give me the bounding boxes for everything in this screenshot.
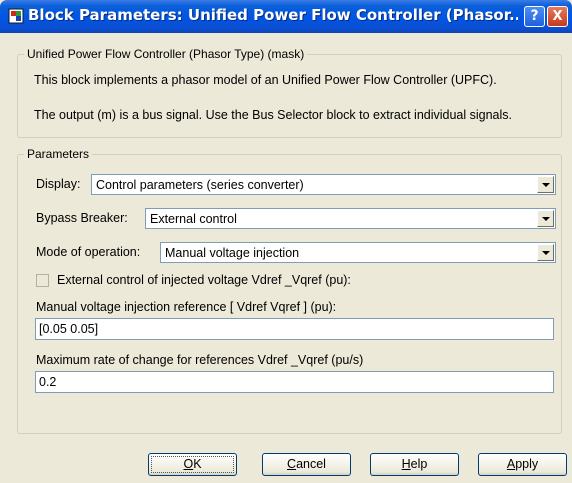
mode-of-operation-dropdown[interactable]: Manual voltage injection bbox=[160, 242, 556, 263]
bypass-breaker-dropdown[interactable]: External control bbox=[145, 208, 556, 229]
apply-label-rest: pply bbox=[515, 457, 539, 471]
max-rate-label: Maximum rate of change for references Vd… bbox=[36, 353, 364, 367]
max-rate-input[interactable]: 0.2 bbox=[35, 371, 554, 393]
chevron-down-icon[interactable] bbox=[537, 176, 554, 193]
cancel-mnemonic: C bbox=[287, 457, 297, 471]
question-mark-icon: ? bbox=[530, 8, 539, 24]
parameters-group-label: Parameters bbox=[24, 147, 93, 161]
display-label: Display: bbox=[36, 177, 81, 191]
window-title: Block Parameters: Unified Power Flow Con… bbox=[28, 6, 518, 24]
apply-button[interactable]: Apply bbox=[478, 453, 567, 476]
cancel-button[interactable]: Cancel bbox=[262, 453, 351, 476]
manual-reference-input[interactable]: [0.05 0.05] bbox=[35, 318, 554, 340]
close-icon: X bbox=[552, 9, 563, 24]
title-bar[interactable]: Block Parameters: Unified Power Flow Con… bbox=[0, 0, 572, 33]
display-dropdown[interactable]: Control parameters (series converter) bbox=[91, 174, 556, 195]
close-button[interactable]: X bbox=[547, 6, 568, 27]
max-rate-value: 0.2 bbox=[39, 375, 57, 389]
mode-of-operation-dropdown-value: Manual voltage injection bbox=[165, 246, 300, 260]
chevron-down-icon[interactable] bbox=[537, 210, 554, 227]
ok-label-rest: K bbox=[193, 457, 202, 471]
description-group-label: Unified Power Flow Controller (Phasor Ty… bbox=[24, 47, 308, 61]
ok-mnemonic: O bbox=[183, 457, 194, 471]
bypass-breaker-dropdown-value: External control bbox=[150, 212, 237, 226]
external-control-label: External control of injected voltage Vdr… bbox=[57, 273, 351, 287]
external-control-checkbox[interactable] bbox=[36, 274, 49, 287]
manual-reference-label: Manual voltage injection reference [ Vdr… bbox=[36, 300, 337, 314]
display-dropdown-value: Control parameters (series converter) bbox=[96, 178, 304, 192]
help-label-rest: elp bbox=[410, 457, 428, 471]
mode-of-operation-label: Mode of operation: bbox=[36, 245, 141, 259]
cancel-label-rest: ancel bbox=[296, 457, 326, 471]
help-button[interactable]: Help bbox=[370, 453, 459, 476]
description-group: Unified Power Flow Controller (Phasor Ty… bbox=[17, 47, 562, 138]
help-mnemonic: H bbox=[401, 457, 411, 471]
help-title-button[interactable]: ? bbox=[524, 6, 545, 27]
bypass-breaker-label: Bypass Breaker: bbox=[36, 211, 128, 225]
simulink-block-icon bbox=[8, 8, 24, 24]
description-line-2: The output (m) is a bus signal. Use the … bbox=[34, 108, 513, 122]
manual-reference-value: [0.05 0.05] bbox=[39, 322, 99, 336]
description-line-1: This block implements a phasor model of … bbox=[34, 73, 497, 87]
block-parameters-dialog: Block Parameters: Unified Power Flow Con… bbox=[0, 0, 572, 483]
chevron-down-icon[interactable] bbox=[537, 244, 554, 261]
apply-mnemonic: A bbox=[506, 457, 516, 471]
ok-button[interactable]: OK bbox=[148, 453, 237, 476]
